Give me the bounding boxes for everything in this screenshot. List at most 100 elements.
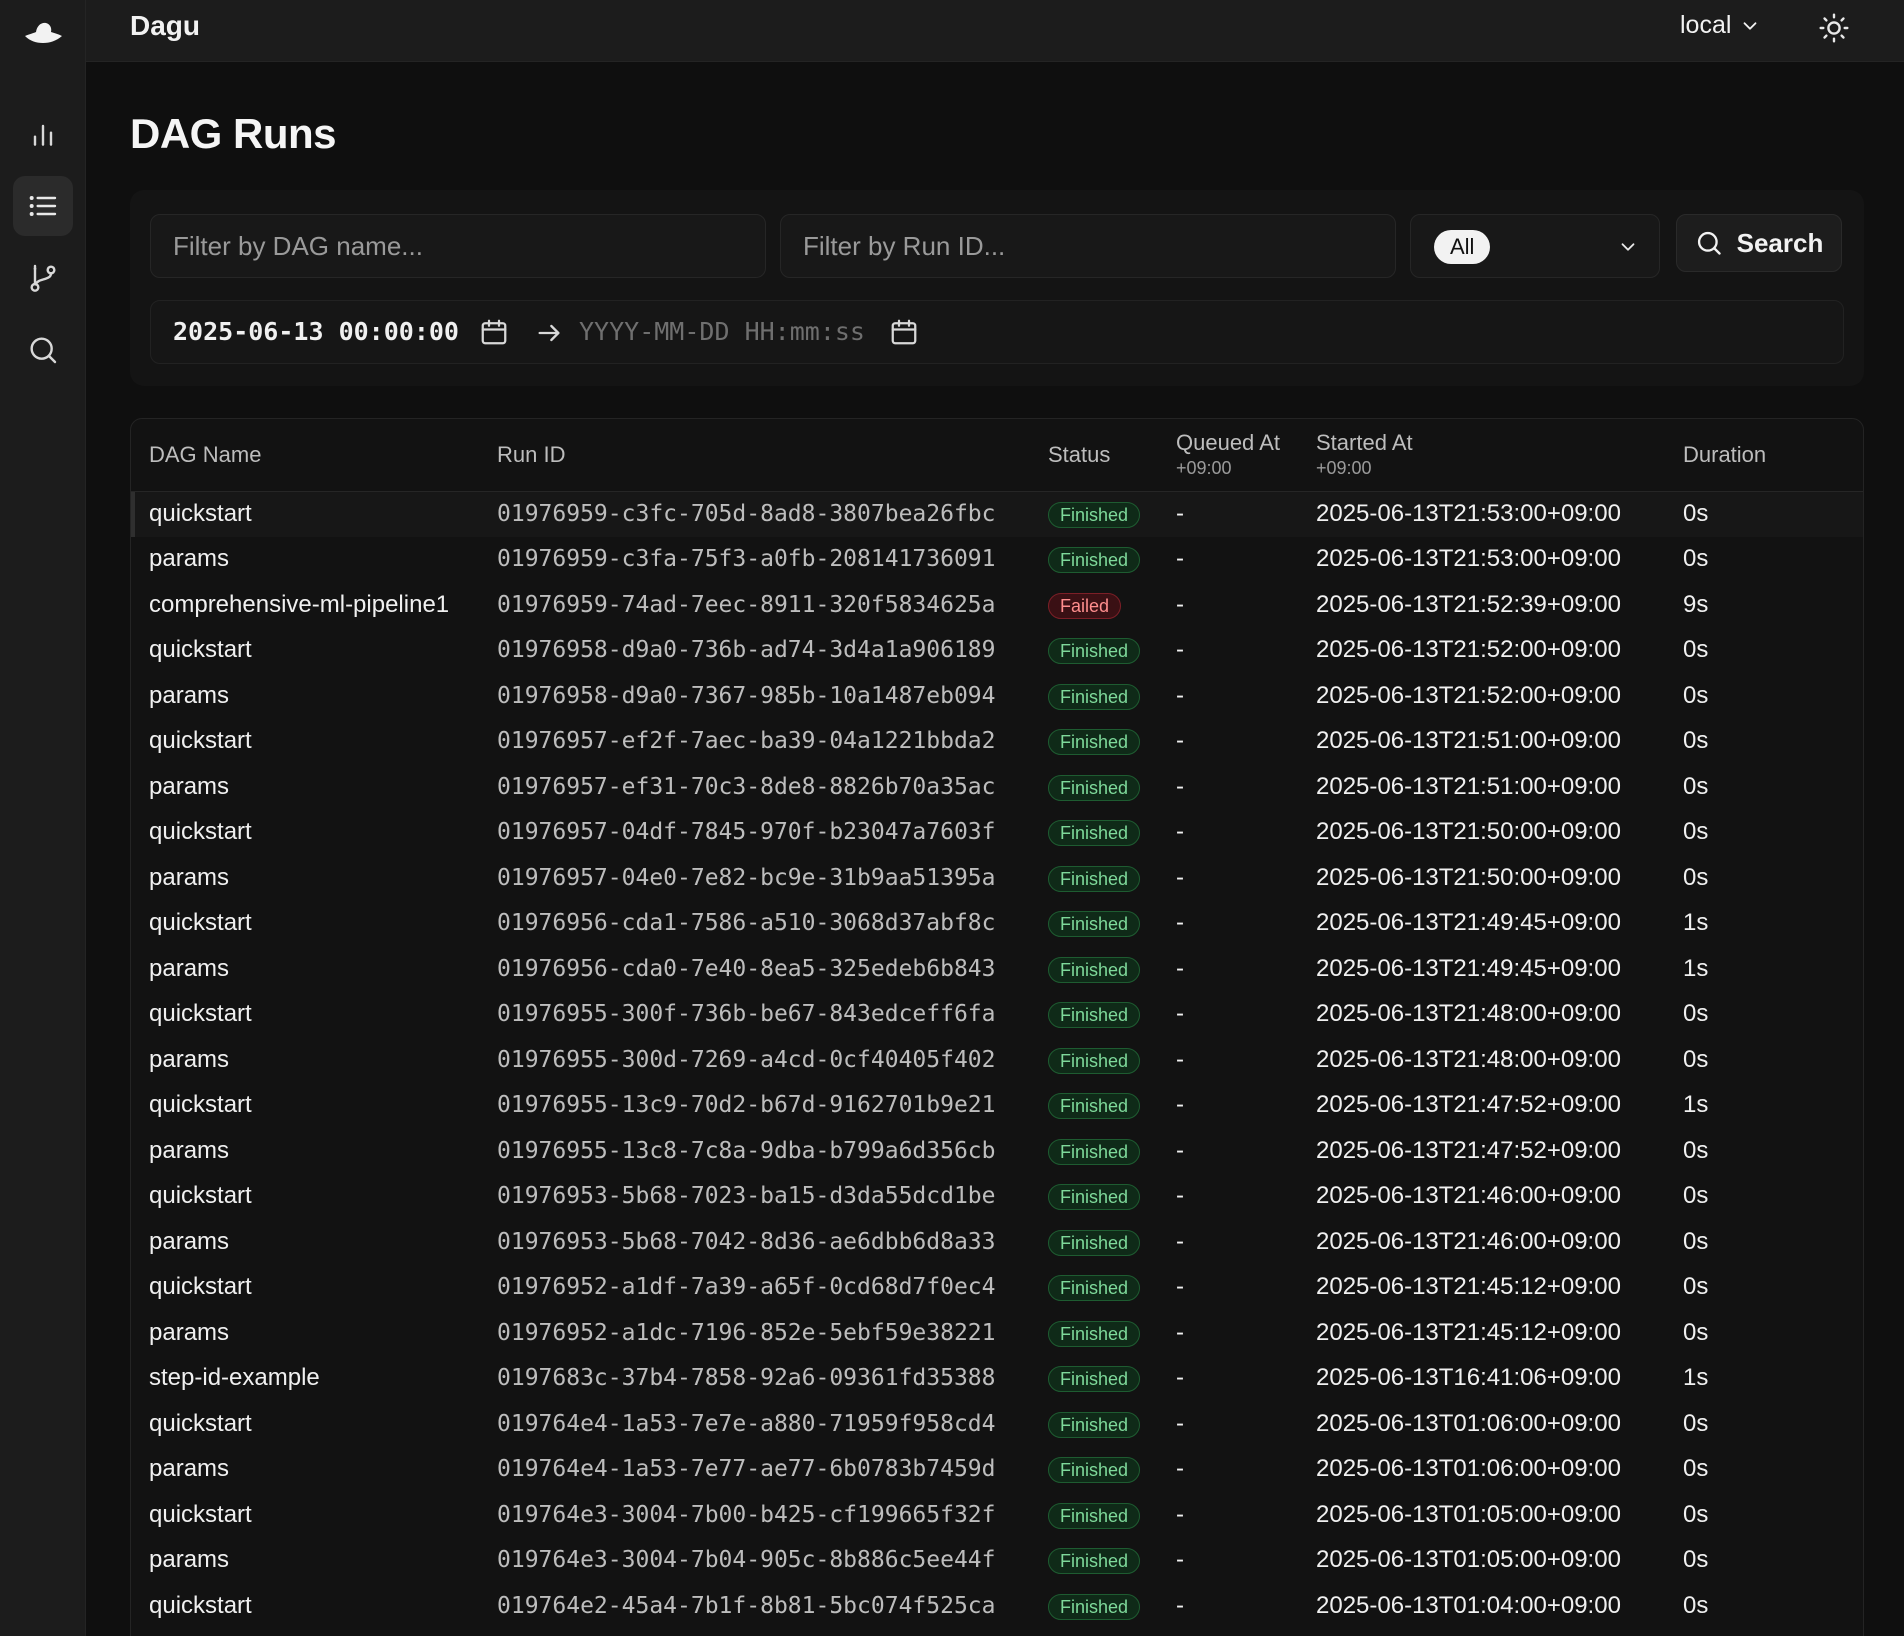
dag-name-cell[interactable]: step-id-example [131,1356,479,1402]
table-row[interactable]: quickstart 01976956-cda1-7586-a510-3068d3… [131,901,1863,947]
dag-name-cell[interactable]: params [131,1447,479,1493]
table-row[interactable]: quickstart 01976957-04df-7845-970f-b23047… [131,810,1863,856]
theme-toggle-button[interactable] [1814,8,1854,48]
dag-name-cell[interactable]: quickstart [131,1401,479,1447]
table-row[interactable]: quickstart 019764e4-1a53-7e7e-a880-71959f… [131,1401,1863,1447]
dag-name-cell[interactable]: quickstart [131,901,479,947]
table-row[interactable]: step-id-example 0197683c-37b4-7858-92a6-0… [131,1356,1863,1402]
dag-name-cell[interactable]: params [131,764,479,810]
dag-name-cell[interactable]: quickstart [131,992,479,1038]
run-id-cell[interactable]: 01976952-a1dc-7196-852e-5ebf59e38221 [479,1310,1030,1356]
table-row[interactable]: params 019764e4-1a53-7e77-ae77-6b0783b745… [131,1447,1863,1493]
run-id-cell[interactable]: 01976958-d9a0-7367-985b-10a1487eb094 [479,673,1030,719]
run-id-cell[interactable]: 01976953-5b68-7042-8d36-ae6dbb6d8a33 [479,1219,1030,1265]
run-id-cell[interactable]: 01976956-cda0-7e40-8ea5-325edeb6b843 [479,946,1030,992]
column-header-queued-at[interactable]: Queued At +09:00 [1158,419,1298,491]
dag-name-cell[interactable]: params [131,855,479,901]
table-row[interactable]: quickstart 019764e2-45a4-7b1f-8b81-5bc074… [131,1583,1863,1629]
run-id-cell[interactable]: 0197683c-37b4-7858-92a6-09361fd35388 [479,1356,1030,1402]
sidebar-item-dashboard[interactable] [13,104,73,164]
table-row[interactable]: quickstart 01976959-c3fc-705d-8ad8-3807be… [131,491,1863,537]
table-row[interactable]: params 01976952-a1dc-7196-852e-5ebf59e382… [131,1310,1863,1356]
dag-name-cell[interactable]: quickstart [131,810,479,856]
run-id-cell[interactable]: 01976957-04e0-7e82-bc9e-31b9aa51395a [479,855,1030,901]
run-id-cell[interactable]: 019764e3-3004-7b04-905c-8b886c5ee44f [479,1538,1030,1584]
run-id-cell[interactable]: 01976955-13c9-70d2-b67d-9162701b9e21 [479,1083,1030,1129]
list-icon [29,196,57,216]
run-id-cell[interactable]: 01976959-74ad-7eec-8911-320f5834625a [479,582,1030,628]
dag-name-cell[interactable]: quickstart [131,1083,479,1129]
run-id-cell[interactable]: 019764e4-1a53-7e77-ae77-6b0783b7459d [479,1447,1030,1493]
run-id-cell[interactable]: 019764e3-3004-7b00-b425-cf199665f32f [479,1492,1030,1538]
dag-name-cell[interactable]: params [131,1219,479,1265]
run-id-cell[interactable]: 01976957-ef31-70c3-8de8-8826b70a35ac [479,764,1030,810]
run-id-filter-input[interactable] [781,215,1395,277]
calendar-icon[interactable] [889,317,919,347]
calendar-icon[interactable] [479,317,509,347]
run-id-cell[interactable]: 01976955-300d-7269-a4cd-0cf40405f402 [479,1037,1030,1083]
table-row[interactable]: params 01976957-ef31-70c3-8de8-8826b70a35… [131,764,1863,810]
dagu-logo-icon[interactable] [22,16,64,50]
dag-name-cell[interactable]: params [131,537,479,583]
dag-name-cell[interactable]: params [131,1037,479,1083]
column-header-dag-name[interactable]: DAG Name [131,419,479,491]
run-id-cell[interactable]: 01976955-13c8-7c8a-9dba-b799a6d356cb [479,1128,1030,1174]
queued-at-cell: - [1176,1045,1184,1073]
duration-cell: 1s [1683,1091,1709,1119]
dag-name-cell[interactable]: quickstart [131,491,479,537]
table-row[interactable]: quickstart 01976953-5b68-7023-ba15-d3da55… [131,1174,1863,1220]
dag-name-cell[interactable]: params [131,1310,479,1356]
run-id-cell[interactable]: 01976957-ef2f-7aec-ba39-04a1221bbda2 [479,719,1030,765]
run-id-cell[interactable]: 019764e4-1a53-7e7e-a880-71959f958cd4 [479,1401,1030,1447]
table-row[interactable]: params 01976956-cda0-7e40-8ea5-325edeb6b8… [131,946,1863,992]
table-row[interactable]: quickstart 01976958-d9a0-736b-ad74-3d4a1a… [131,628,1863,674]
dag-name-cell[interactable]: params [131,1128,479,1174]
column-header-started-at[interactable]: Started At +09:00 [1298,419,1665,491]
column-header-duration[interactable]: Duration [1665,419,1863,491]
dag-name-cell[interactable]: quickstart [131,1583,479,1629]
table-row[interactable]: comprehensive-ml-pipeline1 01976959-74ad-… [131,582,1863,628]
dag-name-filter-input[interactable] [151,215,765,277]
search-button[interactable]: Search [1676,214,1842,272]
environment-select[interactable]: local [1680,11,1761,40]
table-row[interactable]: quickstart 01976955-13c9-70d2-b67d-916270… [131,1083,1863,1129]
dag-name-cell[interactable]: quickstart [131,628,479,674]
run-id-cell[interactable]: 01976959-c3fc-705d-8ad8-3807bea26fbc [479,491,1030,537]
table-row[interactable]: quickstart 01976955-300f-736b-be67-843edc… [131,992,1863,1038]
run-id-cell[interactable]: 01976958-d9a0-736b-ad74-3d4a1a906189 [479,628,1030,674]
dag-name-cell[interactable]: params [131,1538,479,1584]
table-row[interactable]: params 01976957-04e0-7e82-bc9e-31b9aa5139… [131,855,1863,901]
dag-name-cell[interactable]: comprehensive-ml-pipeline1 [131,582,479,628]
app-title[interactable]: Dagu [130,10,200,42]
sidebar-item-search[interactable] [13,320,73,380]
table-row[interactable]: quickstart 019764e3-3004-7b00-b425-cf1996… [131,1492,1863,1538]
dag-name-cell[interactable]: quickstart [131,1174,479,1220]
table-row[interactable]: params 01976953-5b68-7042-8d36-ae6dbb6d8a… [131,1219,1863,1265]
column-header-status[interactable]: Status [1030,419,1158,491]
run-id-cell[interactable]: 01976957-04df-7845-970f-b23047a7603f [479,810,1030,856]
table-row[interactable]: params 01976959-c3fa-75f3-a0fb-2081417360… [131,537,1863,583]
run-id-cell[interactable]: 01976953-5b68-7023-ba15-d3da55dcd1be [479,1174,1030,1220]
dag-name-cell[interactable]: quickstart [131,719,479,765]
dag-name-cell[interactable]: quickstart [131,1265,479,1311]
table-row[interactable]: quickstart 01976957-ef2f-7aec-ba39-04a122… [131,719,1863,765]
sidebar-item-dags[interactable] [13,248,73,308]
dag-name-cell[interactable]: params [131,946,479,992]
dag-name-cell[interactable]: quickstart [131,1492,479,1538]
run-id-cell[interactable]: 01976955-300f-736b-be67-843edceff6fa [479,992,1030,1038]
table-row[interactable]: params 01976955-300d-7269-a4cd-0cf40405f4… [131,1037,1863,1083]
dag-name-cell[interactable]: params [131,673,479,719]
run-id-cell[interactable]: 019764e2-45a4-7b1f-8b81-5bc074f525ca [479,1583,1030,1629]
table-row[interactable]: params 01976958-d9a0-7367-985b-10a1487eb0… [131,673,1863,719]
date-end-input[interactable]: YYYY-MM-DD HH:mm:ss [579,317,865,346]
table-row[interactable]: params 01976955-13c8-7c8a-9dba-b799a6d356… [131,1128,1863,1174]
run-id-cell[interactable]: 01976956-cda1-7586-a510-3068d37abf8c [479,901,1030,947]
run-id-cell[interactable]: 01976959-c3fa-75f3-a0fb-208141736091 [479,537,1030,583]
run-id-cell[interactable]: 01976952-a1df-7a39-a65f-0cd68d7f0ec4 [479,1265,1030,1311]
column-header-run-id[interactable]: Run ID [479,419,1030,491]
status-filter-select[interactable]: All [1410,214,1660,278]
table-row[interactable]: quickstart 01976952-a1df-7a39-a65f-0cd68d… [131,1265,1863,1311]
date-start-input[interactable]: 2025-06-13 00:00:00 [173,317,459,346]
sidebar-item-dag-runs[interactable] [13,176,73,236]
table-row[interactable]: params 019764e3-3004-7b04-905c-8b886c5ee4… [131,1538,1863,1584]
